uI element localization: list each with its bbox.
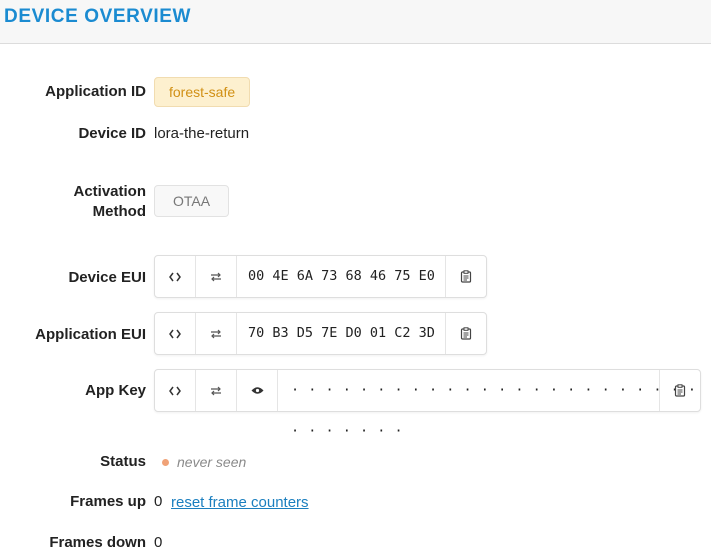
clipboard-icon[interactable] xyxy=(445,313,486,354)
page-title: DEVICE OVERVIEW xyxy=(4,6,192,27)
device-eui-value[interactable]: 00 4E 6A 73 68 46 75 E0 xyxy=(248,256,435,297)
reset-frame-counters-link[interactable]: reset frame counters xyxy=(171,493,309,513)
clipboard-icon[interactable] xyxy=(445,256,486,297)
app-key-label: App Key xyxy=(85,382,146,399)
code-brackets-icon[interactable] xyxy=(155,256,196,297)
frames-up-value: 0 xyxy=(154,493,163,510)
activation-method-label: Activation Method xyxy=(73,182,146,222)
application-eui-field: 70 B3 D5 7E D0 01 C2 3D xyxy=(154,312,487,355)
application-eui-value[interactable]: 70 B3 D5 7E D0 01 C2 3D xyxy=(248,313,435,354)
activation-method-label-line1: Activation xyxy=(73,183,146,200)
frames-up-label: Frames up xyxy=(70,493,146,510)
frames-down-value: 0 xyxy=(154,534,163,551)
device-id-value: lora-the-return xyxy=(154,125,250,142)
device-eui-field: 00 4E 6A 73 68 46 75 E0 xyxy=(154,255,487,298)
status-dot xyxy=(162,459,169,466)
status-value: never seen xyxy=(177,454,247,470)
application-eui-label: Application EUI xyxy=(35,326,146,343)
swap-arrows-icon[interactable] xyxy=(196,313,237,354)
application-id-label: Application ID xyxy=(45,83,146,100)
app-key-value[interactable]: · · · · · · · · · · · · · · · · · · · · … xyxy=(291,370,700,439)
page-header: DEVICE OVERVIEW xyxy=(0,0,711,44)
device-id-label: Device ID xyxy=(78,125,146,142)
clipboard-icon[interactable] xyxy=(659,370,700,411)
status-label: Status xyxy=(100,453,146,470)
code-brackets-icon[interactable] xyxy=(155,313,196,354)
frames-down-label: Frames down xyxy=(49,534,146,551)
app-key-field: · · · · · · · · · · · · · · · · · · · · … xyxy=(154,369,701,439)
swap-arrows-icon[interactable] xyxy=(196,370,237,411)
device-eui-label: Device EUI xyxy=(68,269,146,286)
activation-method-label-line2: Method xyxy=(92,203,146,220)
eye-icon[interactable] xyxy=(237,370,278,411)
code-brackets-icon[interactable] xyxy=(155,370,196,411)
application-id-badge[interactable]: forest-safe xyxy=(154,77,251,107)
swap-arrows-icon[interactable] xyxy=(196,256,237,297)
activation-method-badge: OTAA xyxy=(154,185,229,217)
